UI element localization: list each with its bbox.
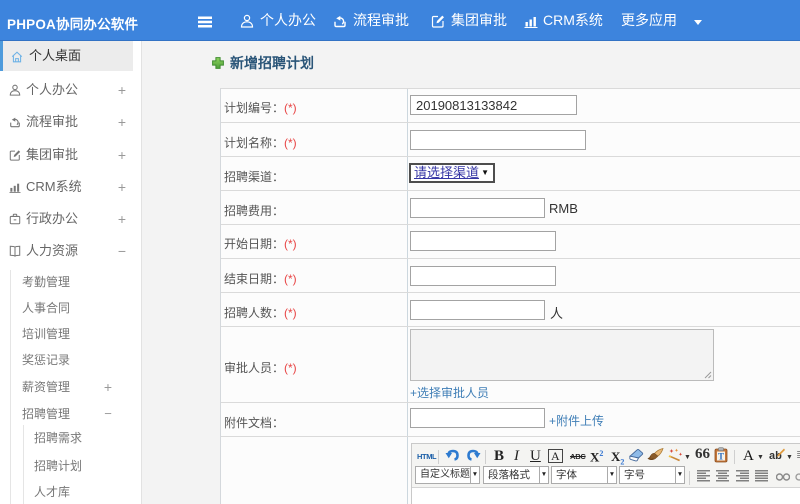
- svg-text:T: T: [718, 452, 724, 462]
